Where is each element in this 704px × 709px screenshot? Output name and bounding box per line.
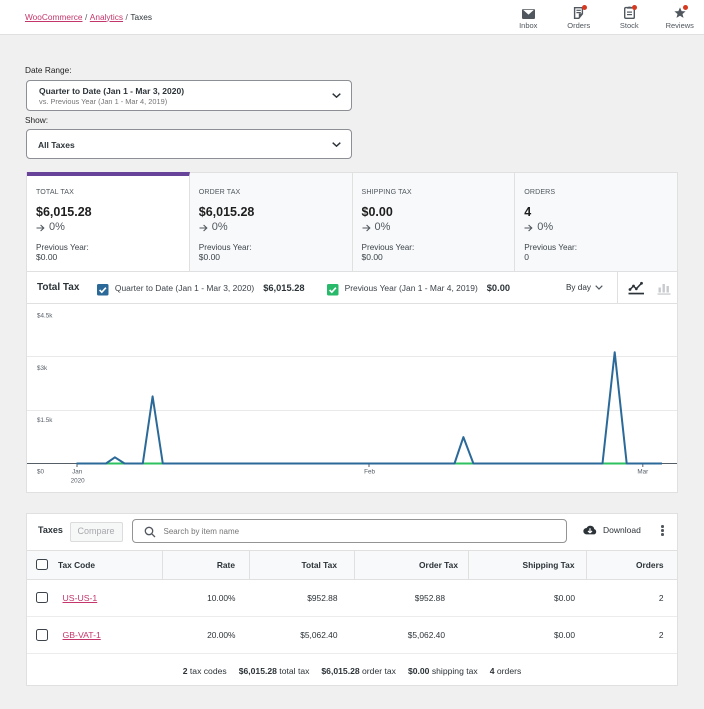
svg-text:2020: 2020	[71, 477, 86, 484]
svg-text:$3k: $3k	[37, 365, 48, 372]
svg-text:$4.5k: $4.5k	[37, 313, 53, 320]
svg-text:Feb: Feb	[364, 469, 375, 476]
svg-text:$1.5k: $1.5k	[37, 417, 53, 424]
svg-text:$0: $0	[37, 469, 45, 476]
svg-text:Jan: Jan	[72, 469, 83, 476]
svg-text:Mar: Mar	[637, 469, 648, 476]
